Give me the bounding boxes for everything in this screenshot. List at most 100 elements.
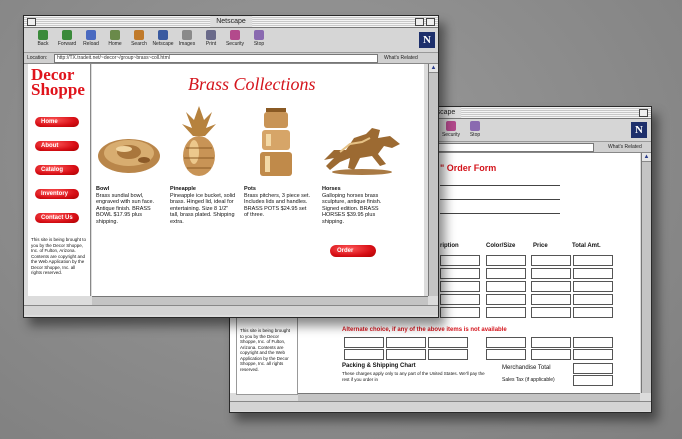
security-label: Security <box>225 41 245 47</box>
order-input-cell[interactable] <box>440 255 480 266</box>
order-input-cell[interactable] <box>531 281 571 292</box>
order-input-cell[interactable] <box>531 294 571 305</box>
print-label: Print <box>205 41 217 47</box>
back-zoom-box[interactable] <box>639 109 648 117</box>
scroll-up-arrow-icon[interactable]: ▲ <box>642 153 651 162</box>
merchandise-total-input[interactable] <box>573 363 613 374</box>
order-input-cell[interactable] <box>531 255 571 266</box>
front-horizontal-scrollbar[interactable] <box>92 296 428 305</box>
front-zoom-box[interactable] <box>415 18 424 26</box>
nav-inventory-button[interactable]: Inventory <box>35 189 79 199</box>
nav-home-button[interactable]: Home <box>35 117 79 127</box>
security-button[interactable]: Security <box>224 30 246 47</box>
whats-related-link[interactable]: What's Related <box>384 55 418 61</box>
search-label: Search <box>131 41 147 47</box>
reload-label: Reload <box>83 41 99 47</box>
order-input-cell[interactable] <box>486 307 526 318</box>
product-description: Pineapple Pineapple ice bucket, solid br… <box>170 186 238 225</box>
product-text: Brass sundial bowl, engraved with sun fa… <box>96 192 155 225</box>
scroll-up-arrow-icon[interactable]: ▲ <box>429 64 438 73</box>
back-label: Back <box>37 41 49 47</box>
search-button[interactable]: Search <box>128 30 150 47</box>
order-input-cell[interactable] <box>440 268 480 279</box>
home-button[interactable]: Home <box>104 30 126 47</box>
back-whats-related[interactable]: What's Related <box>608 144 642 150</box>
front-collapse-box[interactable] <box>426 18 435 26</box>
stop-button[interactable]: Stop <box>248 30 270 47</box>
order-input-cell[interactable] <box>486 281 526 292</box>
form-line <box>440 213 560 214</box>
alternate-input-cell[interactable] <box>531 337 571 348</box>
brass-bowl-image <box>98 139 160 173</box>
alternate-input-cell[interactable] <box>386 337 426 348</box>
front-location-bar: Location: http://TX.tradeit.net/~decor~/… <box>24 53 438 64</box>
product-description: Horses Galloping horses brass sculpture,… <box>322 186 390 225</box>
order-input-cell[interactable] <box>573 255 613 266</box>
alternate-input-cell[interactable] <box>344 349 384 360</box>
alternate-input-cell[interactable] <box>386 349 426 360</box>
back-security-label: Security <box>441 132 461 138</box>
nav-catalog-button[interactable]: Catalog <box>35 165 79 175</box>
order-input-cell[interactable] <box>573 294 613 305</box>
alternate-input-cell[interactable] <box>573 337 613 348</box>
shipping-chart-note: These charges apply only to any part of … <box>342 371 485 382</box>
order-input-cell[interactable] <box>531 268 571 279</box>
sales-tax-input[interactable] <box>573 375 613 386</box>
images-label: Images <box>178 41 196 47</box>
alternate-input-cell[interactable] <box>486 337 526 348</box>
front-sidebar: Decor Shoppe Home About Catalog Inventor… <box>28 64 91 296</box>
order-input-cell[interactable] <box>531 307 571 318</box>
product-text: Pineapple ice bucket, solid brass. Hinge… <box>170 192 236 225</box>
forward-button[interactable]: Forward <box>56 30 78 47</box>
order-input-cell[interactable] <box>486 255 526 266</box>
front-title-bar[interactable]: Netscape <box>24 16 438 28</box>
back-vertical-scrollbar[interactable]: ▲ <box>641 153 651 393</box>
netscape-button[interactable]: Netscape <box>152 30 174 47</box>
alternate-input-cell[interactable] <box>486 349 526 360</box>
order-input-cell[interactable] <box>486 294 526 305</box>
lock-icon <box>446 121 456 131</box>
alternate-input-cell[interactable] <box>573 349 613 360</box>
reload-button[interactable]: Reload <box>80 30 102 47</box>
brass-horses-image <box>324 128 400 175</box>
forward-icon <box>62 30 72 40</box>
front-toolbar: Back Forward Reload Home Search Netscape Image… <box>24 28 438 53</box>
alternate-choice-label: Alternate choice, if any of the above it… <box>342 327 507 333</box>
images-icon <box>182 30 192 40</box>
brass-pots-image <box>260 108 292 176</box>
order-input-cell[interactable] <box>573 268 613 279</box>
order-form-title: " Order Form <box>440 163 497 173</box>
nav-contact-button[interactable]: Contact Us <box>35 213 79 223</box>
images-button[interactable]: Images <box>176 30 198 47</box>
alternate-input-cell[interactable] <box>428 337 468 348</box>
back-sidebar-text: This site is being brought to you by the… <box>240 328 291 372</box>
back-security-button[interactable]: Security <box>440 121 462 138</box>
product-text: Galloping horses brass sculpture, antiqu… <box>322 192 382 225</box>
order-input-cell[interactable] <box>573 281 613 292</box>
back-stop-button[interactable]: Stop <box>464 121 486 138</box>
alternate-input-cell[interactable] <box>531 349 571 360</box>
nav-about-button[interactable]: About <box>35 141 79 151</box>
url-field[interactable]: http://TX.tradeit.net/~decor~/group~bras… <box>54 54 378 63</box>
stop-icon <box>254 30 264 40</box>
order-input-cell[interactable] <box>440 281 480 292</box>
brass-pineapple-image <box>182 106 216 176</box>
netscape-logo-icon: N <box>419 32 435 48</box>
alternate-input-cell[interactable] <box>344 337 384 348</box>
order-input-cell[interactable] <box>486 268 526 279</box>
front-vertical-scrollbar[interactable]: ▲ <box>428 64 438 296</box>
order-button[interactable]: Order <box>330 245 376 257</box>
order-input-cell[interactable] <box>573 307 613 318</box>
order-input-cell[interactable] <box>440 307 480 318</box>
back-sidebar: This site is being brought to you by the… <box>236 307 298 395</box>
product-description: Bowl Brass sundial bowl, engraved with s… <box>96 186 164 225</box>
order-input-cell[interactable] <box>440 294 480 305</box>
back-url-field[interactable] <box>430 143 594 152</box>
product-text: Brass pitchers, 3 piece set. Includes li… <box>244 192 311 219</box>
print-button[interactable]: Print <box>200 30 222 47</box>
back-icon <box>38 30 48 40</box>
sidebar-copyright-text: This site is being brought to you by the… <box>31 237 87 275</box>
front-close-box[interactable] <box>27 18 36 26</box>
back-button[interactable]: Back <box>32 30 54 47</box>
alternate-input-cell[interactable] <box>428 349 468 360</box>
